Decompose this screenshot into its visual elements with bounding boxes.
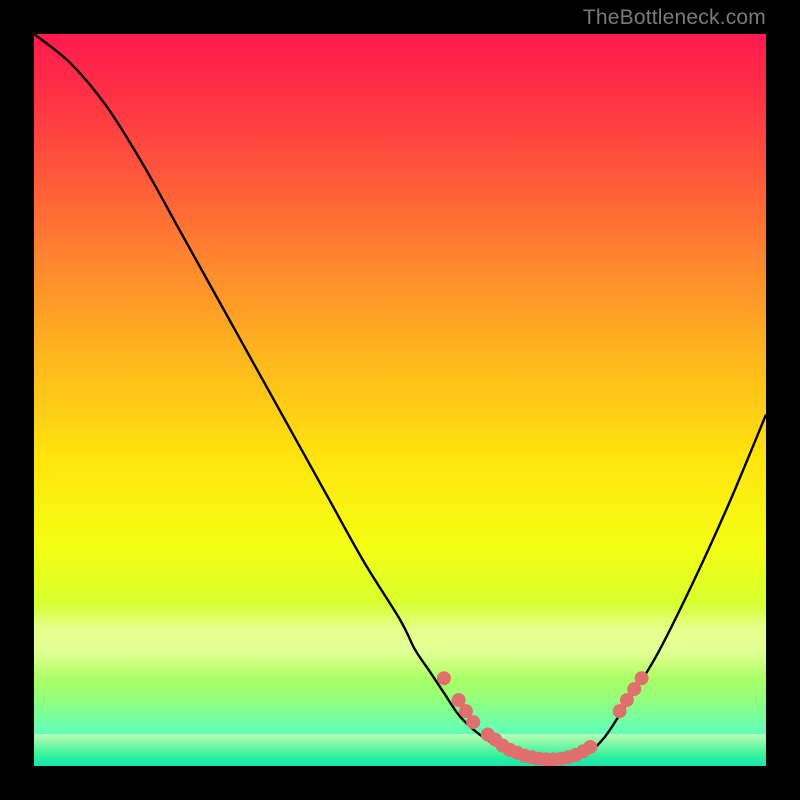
- bottleneck-curve: [34, 34, 766, 761]
- plot-area: [34, 34, 766, 766]
- curve-svg: [34, 34, 766, 766]
- watermark-text: TheBottleneck.com: [583, 6, 766, 30]
- curve-marker: [437, 671, 451, 685]
- curve-marker: [583, 740, 597, 754]
- chart-frame: TheBottleneck.com: [0, 0, 800, 800]
- curve-marker: [635, 671, 649, 685]
- curve-marker: [466, 715, 480, 729]
